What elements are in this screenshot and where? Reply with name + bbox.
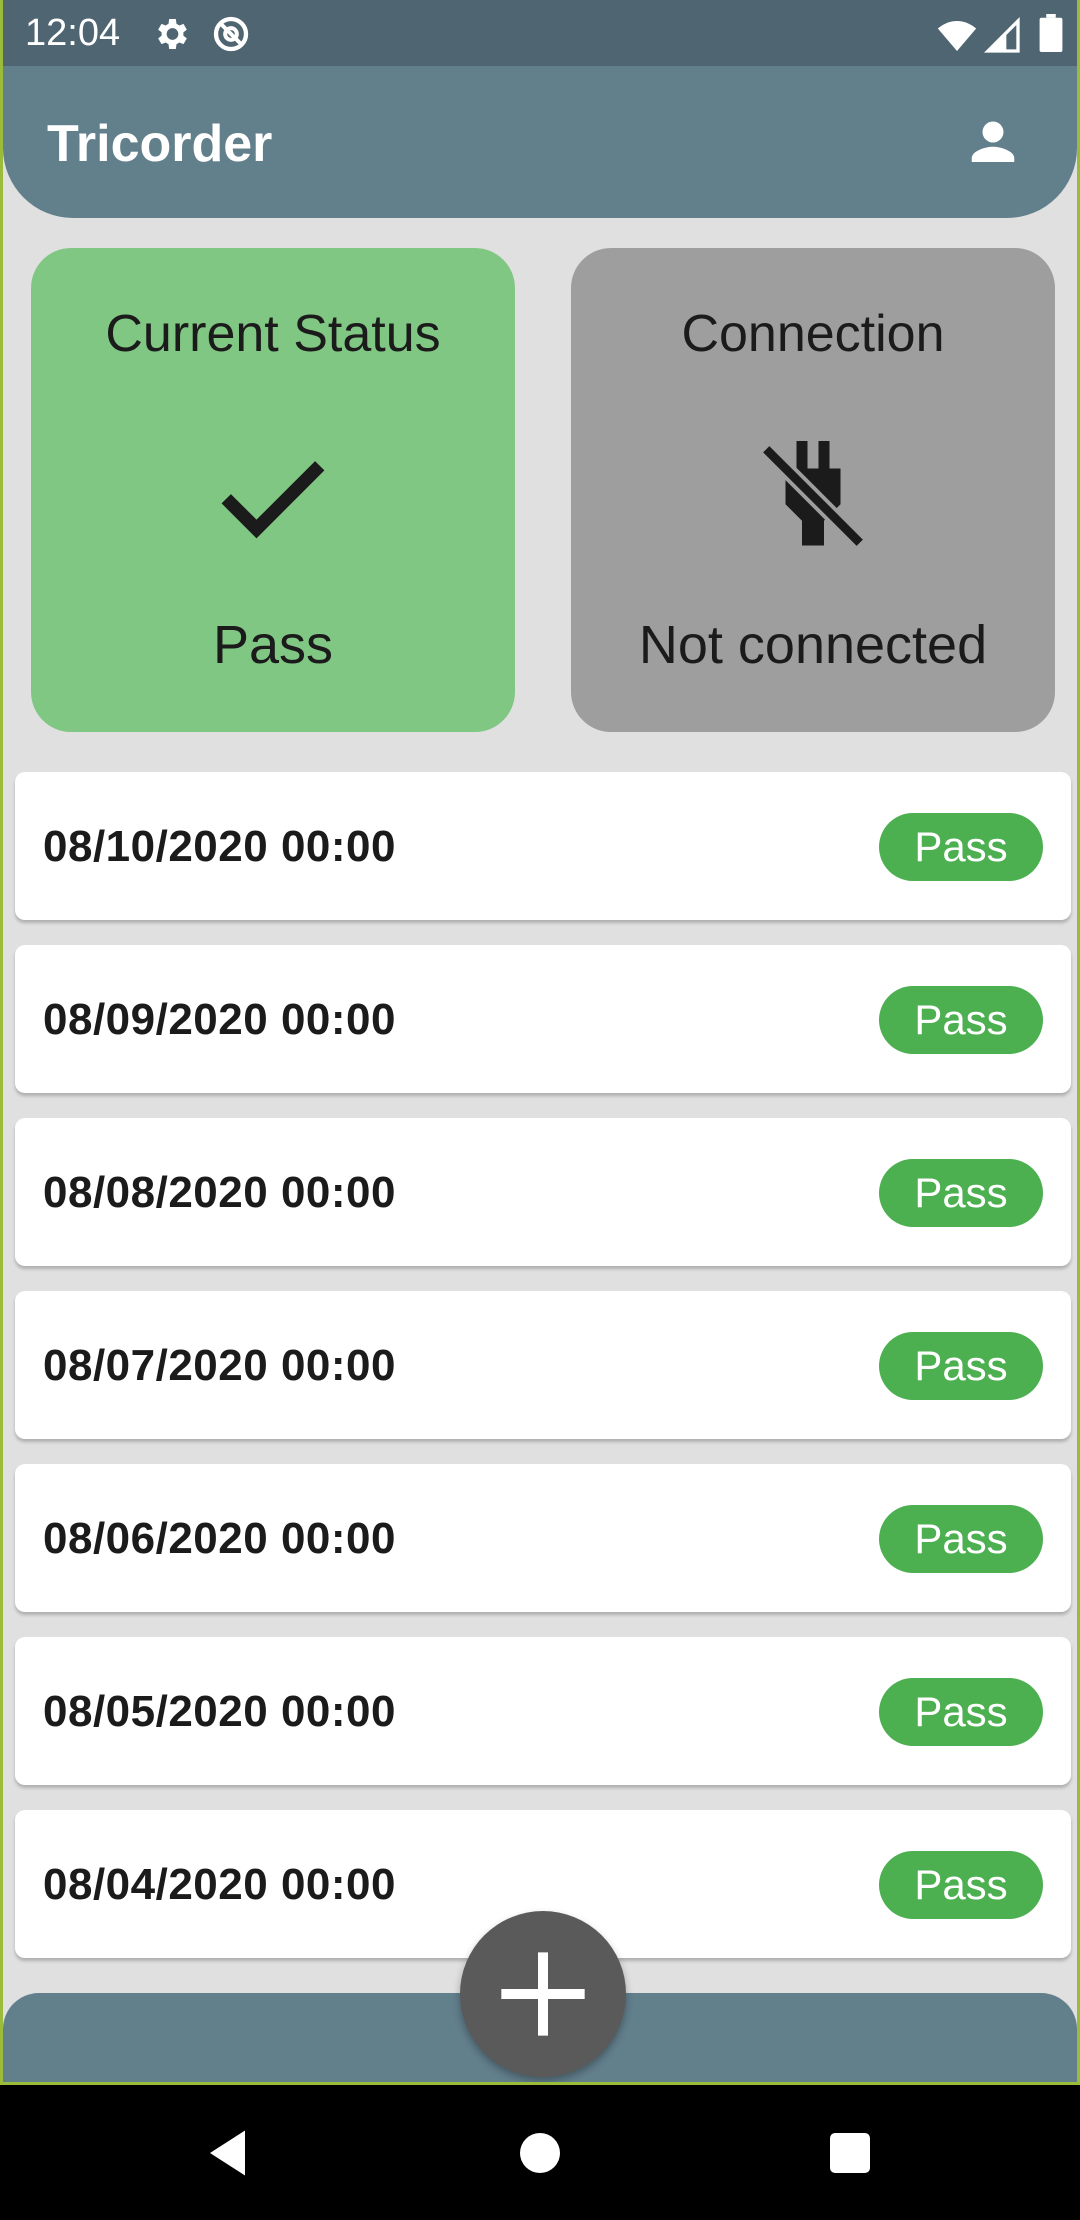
status-badge: Pass [879,1332,1043,1400]
status-badge: Pass [879,1159,1043,1227]
connection-card[interactable]: Connection Not connected [571,248,1055,732]
status-bar: 12:04 [3,0,1077,66]
app-screen: 12:04 Tricorder Current Status Pass Conn… [0,0,1080,2085]
list-item[interactable]: 08/10/2020 00:00 Pass [15,772,1071,920]
wifi-icon [937,21,977,51]
account-icon[interactable] [963,112,1023,172]
add-button[interactable] [460,1911,626,2077]
recents-icon[interactable] [820,2123,880,2183]
row-date: 08/08/2020 00:00 [43,1168,396,1217]
row-date: 08/10/2020 00:00 [43,822,396,871]
status-badge: Pass [879,1678,1043,1746]
plus-icon [501,1952,585,2036]
row-date: 08/09/2020 00:00 [43,995,396,1044]
app-bar: Tricorder [3,66,1077,218]
app-title: Tricorder [47,115,273,173]
signal-icon [983,16,1020,53]
back-icon[interactable] [200,2123,260,2183]
home-icon[interactable] [510,2123,570,2183]
connection-value: Not connected [638,615,988,675]
connection-title: Connection [681,305,945,363]
list-item[interactable]: 08/08/2020 00:00 Pass [15,1118,1071,1266]
row-date: 08/04/2020 00:00 [43,1860,396,1909]
system-nav-bar [0,2085,1080,2220]
status-badge: Pass [879,1505,1043,1573]
row-date: 08/06/2020 00:00 [43,1514,396,1563]
list-item[interactable]: 08/09/2020 00:00 Pass [15,945,1071,1093]
list-item[interactable]: 08/07/2020 00:00 Pass [15,1291,1071,1439]
status-badge: Pass [879,986,1043,1054]
status-time: 12:04 [25,12,121,54]
row-date: 08/07/2020 00:00 [43,1341,396,1390]
current-status-value: Pass [212,615,334,675]
status-badge: Pass [879,813,1043,881]
status-badge: Pass [879,1851,1043,1919]
row-date: 08/05/2020 00:00 [43,1687,396,1736]
current-status-card[interactable]: Current Status Pass [31,248,515,732]
gear-icon [158,19,187,49]
list-item[interactable]: 08/05/2020 00:00 Pass [15,1637,1071,1785]
battery-icon [1039,14,1063,52]
power-off-icon [760,441,866,549]
at-circle-icon [213,16,249,52]
check-icon [221,461,325,539]
list-item[interactable]: 08/06/2020 00:00 Pass [15,1464,1071,1612]
current-status-title: Current Status [105,305,441,363]
